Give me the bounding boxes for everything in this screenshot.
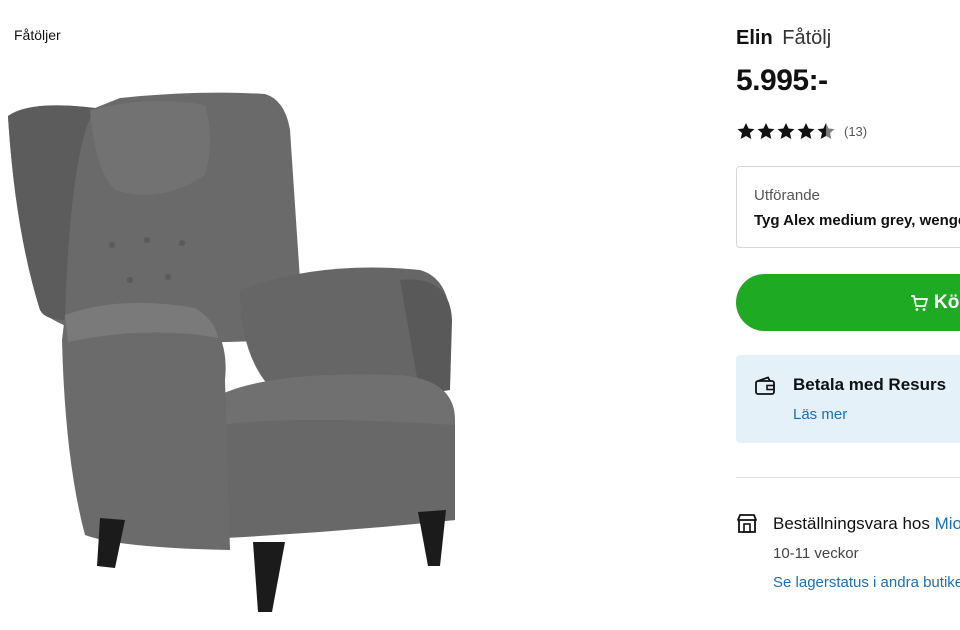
cart-icon bbox=[911, 294, 928, 311]
product-price: 5.995:- bbox=[736, 64, 828, 97]
variant-label: Utförande bbox=[754, 187, 820, 204]
stock-status-link[interactable]: Se lagerstatus i andra butike bbox=[773, 574, 960, 591]
payment-option: Betala med Resurs Läs mer bbox=[736, 355, 960, 443]
half-star-icon bbox=[817, 123, 835, 139]
star-icon bbox=[797, 123, 815, 139]
star-icon bbox=[777, 123, 795, 139]
product-info-panel: Elin Fåtölj 5.995:- (13) Utförande Tyg A… bbox=[736, 0, 960, 630]
product-title: Elin Fåtölj bbox=[736, 27, 831, 50]
availability-store-link[interactable]: Mio bbox=[935, 514, 960, 533]
variant-selector[interactable]: Utförande Tyg Alex medium grey, wengéb bbox=[736, 166, 960, 248]
breadcrumb-fatoljer[interactable]: Fåtöljer bbox=[14, 27, 61, 43]
delivery-time: 10-11 veckor bbox=[773, 545, 859, 562]
rating[interactable]: (13) bbox=[736, 122, 867, 140]
star-icon bbox=[757, 123, 775, 139]
availability-text: Beställningsvara hos bbox=[773, 514, 930, 533]
product-name: Fåtölj bbox=[782, 27, 832, 49]
rating-count: (13) bbox=[844, 123, 868, 139]
product-image bbox=[0, 80, 470, 625]
wallet-icon bbox=[755, 376, 775, 395]
variant-value: Tyg Alex medium grey, wengéb bbox=[754, 212, 960, 229]
product-brand: Elin bbox=[736, 27, 773, 49]
buy-button[interactable]: Köp bbox=[736, 274, 960, 331]
star-icon bbox=[737, 123, 755, 139]
payment-read-more-link[interactable]: Läs mer bbox=[793, 406, 847, 423]
store-icon bbox=[737, 514, 757, 533]
payment-title: Betala med Resurs bbox=[793, 375, 947, 394]
rating-stars bbox=[736, 122, 836, 140]
availability-title: Beställningsvara hos Mio bbox=[773, 514, 960, 534]
buy-button-label: Köp bbox=[934, 291, 960, 313]
armchair-image bbox=[8, 92, 455, 612]
divider bbox=[736, 477, 960, 478]
